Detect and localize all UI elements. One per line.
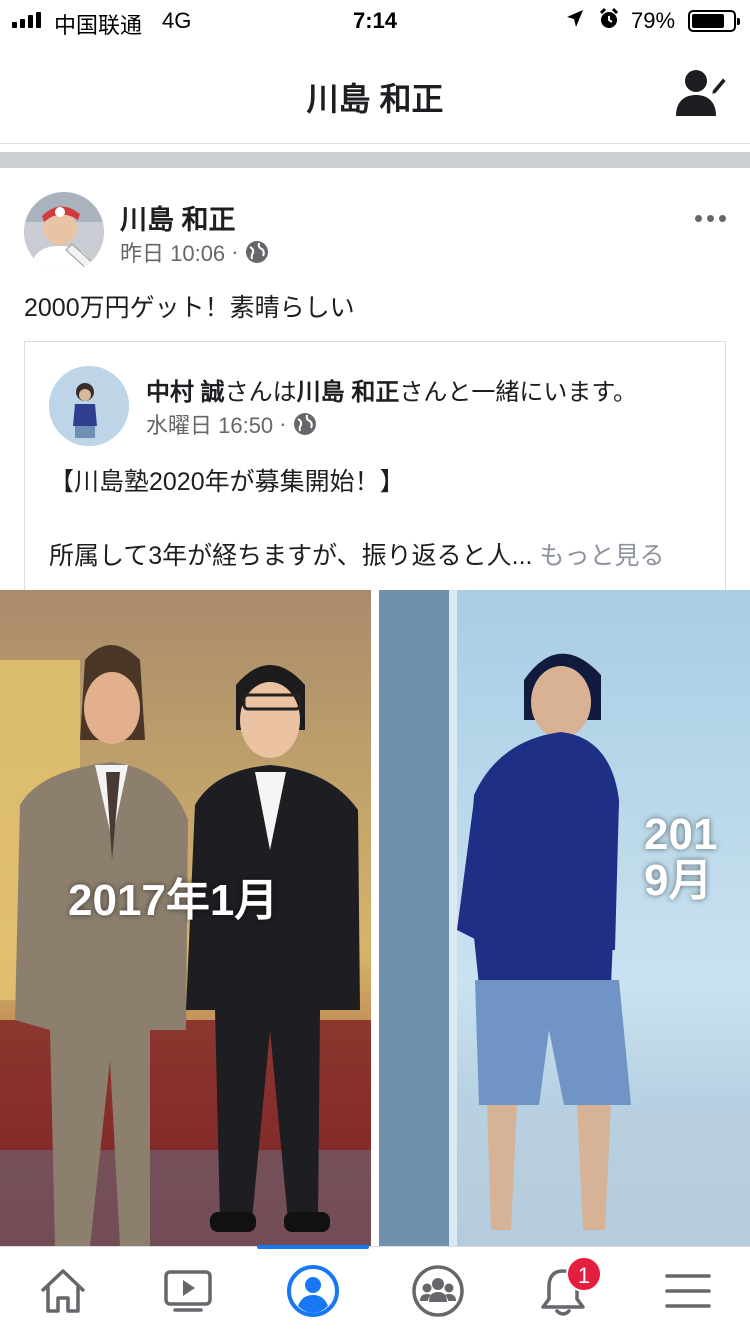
photo-1-caption: 2017年1月 bbox=[68, 876, 279, 925]
ellipsis-icon[interactable] bbox=[690, 206, 730, 230]
shared-author-avatar[interactable] bbox=[49, 366, 129, 446]
battery-icon bbox=[688, 10, 740, 32]
menu-icon bbox=[664, 1274, 711, 1308]
status-bar: 中国联通 4G 7:14 79% bbox=[0, 0, 750, 42]
notification-badge: 1 bbox=[566, 1256, 602, 1292]
with-text: さんは bbox=[224, 379, 297, 406]
post-text: 2000万円ゲット！素晴らしい bbox=[24, 294, 355, 322]
shared-post-card[interactable]: 中村 誠さんは川島 和正さんと一緒にいます。 水曜日 16:50 · 【川島塾2… bbox=[24, 341, 726, 601]
shared-post-body: 所属して3年が経ちますが、振り返ると人... もっと見る bbox=[49, 536, 664, 572]
shared-post-excerpt: 所属して3年が経ちますが、振り返ると人... bbox=[49, 542, 533, 570]
battery-percent: 79% bbox=[631, 8, 676, 33]
shared-post-header: 中村 誠さんは川島 和正さんと一緒にいます。 bbox=[146, 372, 637, 407]
page-header: 川島 和正 bbox=[0, 42, 750, 144]
tab-home[interactable] bbox=[0, 1247, 125, 1334]
post-timestamp[interactable]: 昨日 10:06 bbox=[120, 236, 225, 268]
post-meta: 昨日 10:06 · bbox=[120, 236, 269, 268]
post-photo-2[interactable]: 201 9月 bbox=[379, 590, 750, 1246]
photo-2-image bbox=[379, 590, 750, 1246]
photo-2-caption-line2: 9月 bbox=[644, 856, 713, 906]
location-arrow-icon bbox=[565, 8, 585, 36]
shared-post-meta: 水曜日 16:50 · bbox=[146, 408, 317, 440]
tagged-person-name[interactable]: 川島 和正 bbox=[297, 379, 400, 406]
shared-post-timestamp[interactable]: 水曜日 16:50 bbox=[146, 408, 273, 440]
shared-author-name[interactable]: 中村 誠 bbox=[146, 379, 225, 406]
photo-2-caption: 201 9月 bbox=[644, 810, 718, 906]
shared-post-headline: 【川島塾2020年が募集開始！】 bbox=[49, 468, 405, 496]
home-icon bbox=[40, 1269, 85, 1313]
globe-icon bbox=[245, 241, 268, 263]
tab-notifications[interactable] bbox=[500, 1247, 625, 1334]
post-photo-1[interactable]: 2017年1月 bbox=[0, 590, 371, 1246]
groups-icon bbox=[411, 1265, 464, 1317]
photo-2-caption-line1: 201 bbox=[644, 810, 718, 859]
meta-separator: · bbox=[231, 239, 239, 264]
meta-separator: · bbox=[279, 411, 287, 436]
person-pencil-icon[interactable] bbox=[676, 68, 729, 118]
see-more-link[interactable]: もっと見る bbox=[539, 542, 664, 570]
tab-video[interactable] bbox=[125, 1247, 250, 1334]
profile-icon bbox=[286, 1265, 339, 1317]
bottom-tab-bar bbox=[0, 1245, 750, 1334]
video-icon bbox=[163, 1270, 212, 1312]
alarm-clock-icon bbox=[598, 7, 620, 37]
post-author-name[interactable]: 川島 和正 bbox=[120, 198, 236, 237]
globe-icon bbox=[293, 413, 316, 435]
page-title: 川島 和正 bbox=[306, 81, 444, 117]
tab-profile[interactable] bbox=[250, 1247, 375, 1334]
tab-menu[interactable] bbox=[625, 1247, 750, 1334]
section-divider bbox=[0, 152, 750, 168]
author-avatar[interactable] bbox=[24, 192, 104, 272]
tab-groups[interactable] bbox=[375, 1247, 500, 1334]
with-text: さんと一緒にいます。 bbox=[399, 379, 637, 406]
